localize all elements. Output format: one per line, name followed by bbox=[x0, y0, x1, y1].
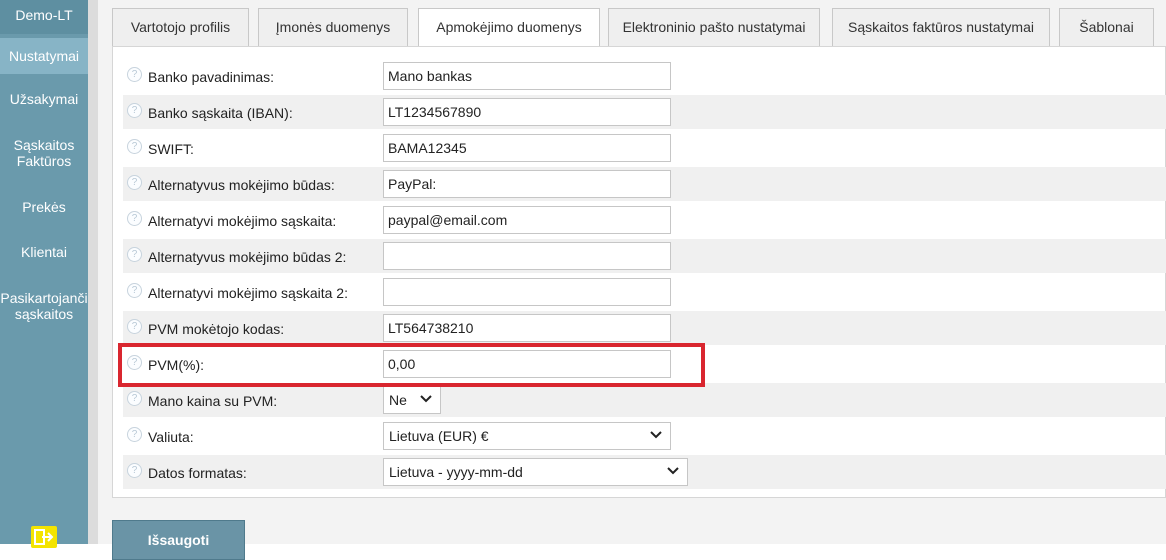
select-value: Lietuva (EUR) € bbox=[389, 428, 489, 444]
alt-payment-account-2-field[interactable] bbox=[383, 278, 671, 306]
date-format-select[interactable]: Lietuva - yyyy-mm-dd bbox=[383, 458, 688, 486]
swift-field[interactable]: BAMA12345 bbox=[383, 134, 671, 162]
help-icon[interactable]: ? bbox=[127, 175, 142, 190]
bank-name-field[interactable]: Mano bankas bbox=[383, 62, 671, 90]
sidebar-item-label: Klientai bbox=[21, 244, 67, 260]
alt-payment-account-field[interactable]: paypal@email.com bbox=[383, 206, 671, 234]
price-with-vat-select[interactable]: Ne bbox=[383, 386, 441, 414]
sidebar-item-klientai[interactable]: Klientai bbox=[0, 244, 88, 260]
main-area: Vartotojo profilis Įmonės duomenys Apmok… bbox=[98, 0, 1166, 544]
sidebar-item-label: Prekės bbox=[22, 199, 66, 215]
alt-payment-method-field[interactable]: PayPal: bbox=[383, 170, 671, 198]
form-row-alt-payment-method: ? Alternatyvus mokėjimo būdas: PayPal: bbox=[123, 167, 1166, 201]
tab-label: Šablonai bbox=[1079, 19, 1134, 35]
field-label: Datos formatas: bbox=[148, 465, 247, 481]
tab-apmokejimo-duomenys[interactable]: Apmokėjimo duomenys bbox=[418, 8, 600, 47]
sidebar: Demo-LT Nustatymai Užsakymai Sąskaitos F… bbox=[0, 0, 88, 548]
logout-icon[interactable] bbox=[31, 526, 57, 548]
tab-label: Sąskaitos faktūros nustatymai bbox=[848, 19, 1034, 35]
chevron-down-icon bbox=[667, 467, 679, 475]
tab-saskaitos-fakturos-nustatymai[interactable]: Sąskaitos faktūros nustatymai bbox=[832, 8, 1050, 46]
select-value: Lietuva - yyyy-mm-dd bbox=[389, 464, 523, 480]
form-row-swift: ? SWIFT: BAMA12345 bbox=[123, 131, 1166, 165]
help-icon[interactable]: ? bbox=[127, 427, 142, 442]
form-row-vat-code: ? PVM mokėtojo kodas: LT564738210 bbox=[123, 311, 1166, 345]
form-row-alt-payment-account: ? Alternatyvi mokėjimo sąskaita: paypal@… bbox=[123, 203, 1166, 237]
sidebar-divider bbox=[88, 0, 98, 544]
field-label: PVM mokėtojo kodas: bbox=[148, 321, 285, 337]
save-button[interactable]: Išsaugoti bbox=[112, 520, 245, 560]
tab-label: Vartotojo profilis bbox=[130, 19, 231, 35]
help-icon[interactable]: ? bbox=[127, 391, 142, 406]
field-label: Banko pavadinimas: bbox=[148, 69, 275, 85]
field-label: Valiuta: bbox=[148, 429, 194, 445]
tab-vartotojo-profilis[interactable]: Vartotojo profilis bbox=[112, 8, 249, 46]
sidebar-item-label: Sąskaitos bbox=[13, 137, 75, 153]
help-icon[interactable]: ? bbox=[127, 283, 142, 298]
sidebar-item-uzsakymai[interactable]: Užsakymai bbox=[0, 91, 88, 107]
form-row-price-with-vat: ? Mano kaina su PVM: Ne bbox=[123, 383, 1166, 417]
tab-label: Įmonės duomenys bbox=[275, 19, 391, 35]
field-label: Alternatyvus mokėjimo būdas: bbox=[148, 177, 335, 193]
form-row-date-format: ? Datos formatas: Lietuva - yyyy-mm-dd bbox=[123, 455, 1166, 489]
currency-select[interactable]: Lietuva (EUR) € bbox=[383, 422, 671, 450]
form-row-alt-payment-method-2: ? Alternatyvus mokėjimo būdas 2: bbox=[123, 239, 1166, 273]
form-row-iban: ? Banko sąskaita (IBAN): LT1234567890 bbox=[123, 95, 1166, 129]
help-icon[interactable]: ? bbox=[127, 211, 142, 226]
select-value: Ne bbox=[389, 392, 407, 408]
sidebar-item-nustatymai[interactable]: Nustatymai bbox=[0, 38, 88, 74]
help-icon[interactable]: ? bbox=[127, 247, 142, 262]
iban-field[interactable]: LT1234567890 bbox=[383, 98, 671, 126]
sidebar-item-saskaitos-fakturos[interactable]: Sąskaitos Faktūros bbox=[0, 137, 88, 169]
help-icon[interactable]: ? bbox=[127, 67, 142, 82]
help-icon[interactable]: ? bbox=[127, 319, 142, 334]
field-label: Alternatyvus mokėjimo būdas 2: bbox=[148, 249, 347, 265]
chevron-down-icon bbox=[650, 431, 662, 439]
tab-label: Apmokėjimo duomenys bbox=[436, 19, 582, 35]
tab-imones-duomenys[interactable]: Įmonės duomenys bbox=[258, 8, 408, 46]
field-label: Alternatyvi mokėjimo sąskaita: bbox=[148, 213, 337, 229]
sidebar-item-label: sąskaitos bbox=[14, 306, 74, 322]
help-icon[interactable]: ? bbox=[127, 463, 142, 478]
field-label: Banko sąskaita (IBAN): bbox=[148, 105, 293, 121]
help-icon[interactable]: ? bbox=[127, 139, 142, 154]
sidebar-item-label: Nustatymai bbox=[8, 48, 80, 64]
form-row-currency: ? Valiuta: Lietuva (EUR) € bbox=[123, 419, 1166, 453]
sidebar-item-prekes[interactable]: Prekės bbox=[0, 199, 88, 215]
alt-payment-method-2-field[interactable] bbox=[383, 242, 671, 270]
sidebar-item-label: Faktūros bbox=[16, 153, 72, 169]
field-label: Mano kaina su PVM: bbox=[148, 393, 278, 409]
form-row-bank-name: ? Banko pavadinimas: Mano bankas bbox=[123, 59, 1166, 93]
sidebar-item-label: Užsakymai bbox=[9, 91, 79, 107]
field-label: SWIFT: bbox=[148, 141, 194, 157]
tab-sablonai[interactable]: Šablonai bbox=[1059, 8, 1154, 46]
form-row-alt-payment-account-2: ? Alternatyvi mokėjimo sąskaita 2: bbox=[123, 275, 1166, 309]
vat-code-field[interactable]: LT564738210 bbox=[383, 314, 671, 342]
help-icon[interactable]: ? bbox=[127, 103, 142, 118]
sidebar-item-label: Pasikartojanči bbox=[0, 290, 88, 306]
tab-label: Elektroninio pašto nustatymai bbox=[622, 19, 806, 35]
chevron-down-icon bbox=[420, 395, 432, 403]
sidebar-item-pasikartojancios[interactable]: Pasikartojanči sąskaitos bbox=[0, 290, 88, 322]
brand-name: Demo-LT bbox=[0, 0, 88, 34]
vat-field-highlight bbox=[118, 343, 705, 387]
field-label: Alternatyvi mokėjimo sąskaita 2: bbox=[148, 285, 348, 301]
payment-settings-form: ? Banko pavadinimas: Mano bankas ? Banko… bbox=[112, 46, 1166, 498]
tab-elektroninio-pasto-nustatymai[interactable]: Elektroninio pašto nustatymai bbox=[608, 8, 820, 46]
